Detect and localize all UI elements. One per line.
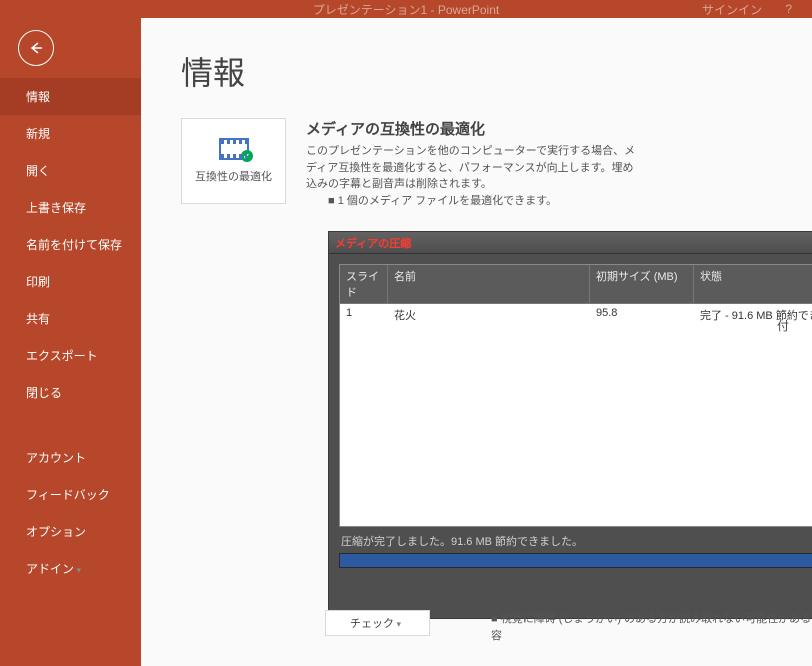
check-label: チェック [350,615,401,631]
media-compress-dialog: メディアの圧縮 ? ✕ スライド 名前 初期サイズ (MB) 状態 1 花火 9… [328,231,812,619]
sidebar-item-label: 新規 [26,127,50,141]
back-button[interactable] [18,30,54,66]
app-titlebar: プレゼンテーション1 - PowerPoint サインイン ? [0,0,812,18]
tile-label: 互換性の最適化 [195,168,272,184]
check-issues-button[interactable]: チェック [325,610,430,636]
arrow-left-icon [27,39,45,57]
optimize-description: メディアの互換性の最適化 このプレゼンテーションを他のコンピューターで実行する場… [306,118,812,209]
sidebar-item-label: エクスポート [26,349,98,363]
col-name: 名前 [388,265,590,303]
sidebar-item-options[interactable]: オプション [0,513,141,550]
optimize-heading: メディアの互換性の最適化 [306,118,792,139]
sidebar-item-export[interactable]: エクスポート [0,337,141,374]
optimize-desc: このプレゼンテーションを他のコンピューターで実行する場合、メディア互換性を最適化… [306,143,636,193]
signin-link[interactable]: サインイン [702,1,762,18]
cell-slide: 1 [340,304,388,326]
sidebar-item-label: アドイン [26,562,81,576]
sidebar-item-label: 上書き保存 [26,201,86,215]
compress-results-grid: スライド 名前 初期サイズ (MB) 状態 1 花火 95.8 完了 - 91.… [339,264,812,527]
backstage-sidebar: 情報 新規 開く 上書き保存 名前を付けて保存 印刷 共有 エクスポート 閉じる… [0,18,141,666]
help-button[interactable]: ? [785,2,792,16]
sidebar-item-addins[interactable]: アドイン [0,550,141,587]
sidebar-item-save[interactable]: 上書き保存 [0,189,141,226]
sidebar-item-label: 共有 [26,312,50,326]
sidebar-item-saveas[interactable]: 名前を付けて保存 [0,226,141,263]
optimize-section: ✔ 互換性の最適化 メディアの互換性の最適化 このプレゼンテーションを他のコンピ… [181,118,812,209]
sidebar-item-label: 閉じる [26,386,62,400]
film-icon: ✔ [219,138,249,160]
col-status: 状態 [694,265,812,303]
sidebar-item-label: アカウント [26,451,86,465]
sidebar-item-new[interactable]: 新規 [0,115,141,152]
dialog-title: メディアの圧縮 [335,235,812,251]
col-slide: スライド [340,265,388,303]
sidebar-item-label: フィードバック [26,488,110,502]
progress-bar [339,553,812,568]
optimize-bullet: ■ 1 個のメディア ファイルを最適化できます。 [328,193,658,210]
info-pane: 情報 ✔ 互換性の最適化 メディアの互換性の最適化 このプレゼンテーションを他の… [141,18,812,666]
sidebar-item-label: 名前を付けて保存 [26,238,122,252]
cell-status: 完了 - 91.6 MB 節約できました [694,304,812,326]
sidebar-item-label: 印刷 [26,275,50,289]
partial-label: 付 [777,317,789,334]
dialog-status-text: 圧縮が完了しました。91.6 MB 節約できました。 [339,527,812,553]
sidebar-item-share[interactable]: 共有 [0,300,141,337]
grid-row[interactable]: 1 花火 95.8 完了 - 91.6 MB 節約できました [340,304,812,326]
optimize-compatibility-button[interactable]: ✔ 互換性の最適化 [181,118,286,204]
col-size: 初期サイズ (MB) [590,265,694,303]
sidebar-item-account[interactable]: アカウント [0,439,141,476]
accessibility-text: ■ 視覚に障碍 (しょうがい) のある方が読み取れない可能性がある内容 [469,611,812,644]
sidebar-item-feedback[interactable]: フィードバック [0,476,141,513]
grid-header: スライド 名前 初期サイズ (MB) 状態 [340,265,812,304]
sidebar-item-label: オプション [26,525,86,539]
sidebar-item-open[interactable]: 開く [0,152,141,189]
sidebar-item-label: 開く [26,164,50,178]
app-title: プレゼンテーション1 - PowerPoint [313,1,499,18]
cell-name: 花火 [388,304,590,326]
sidebar-item-print[interactable]: 印刷 [0,263,141,300]
dialog-titlebar[interactable]: メディアの圧縮 ? ✕ [329,232,812,254]
cell-size: 95.8 [590,304,694,326]
sidebar-item-label: 情報 [26,90,50,104]
sidebar-item-info[interactable]: 情報 [0,78,141,115]
sidebar-item-close[interactable]: 閉じる [0,374,141,411]
page-title: 情報 [181,48,812,94]
